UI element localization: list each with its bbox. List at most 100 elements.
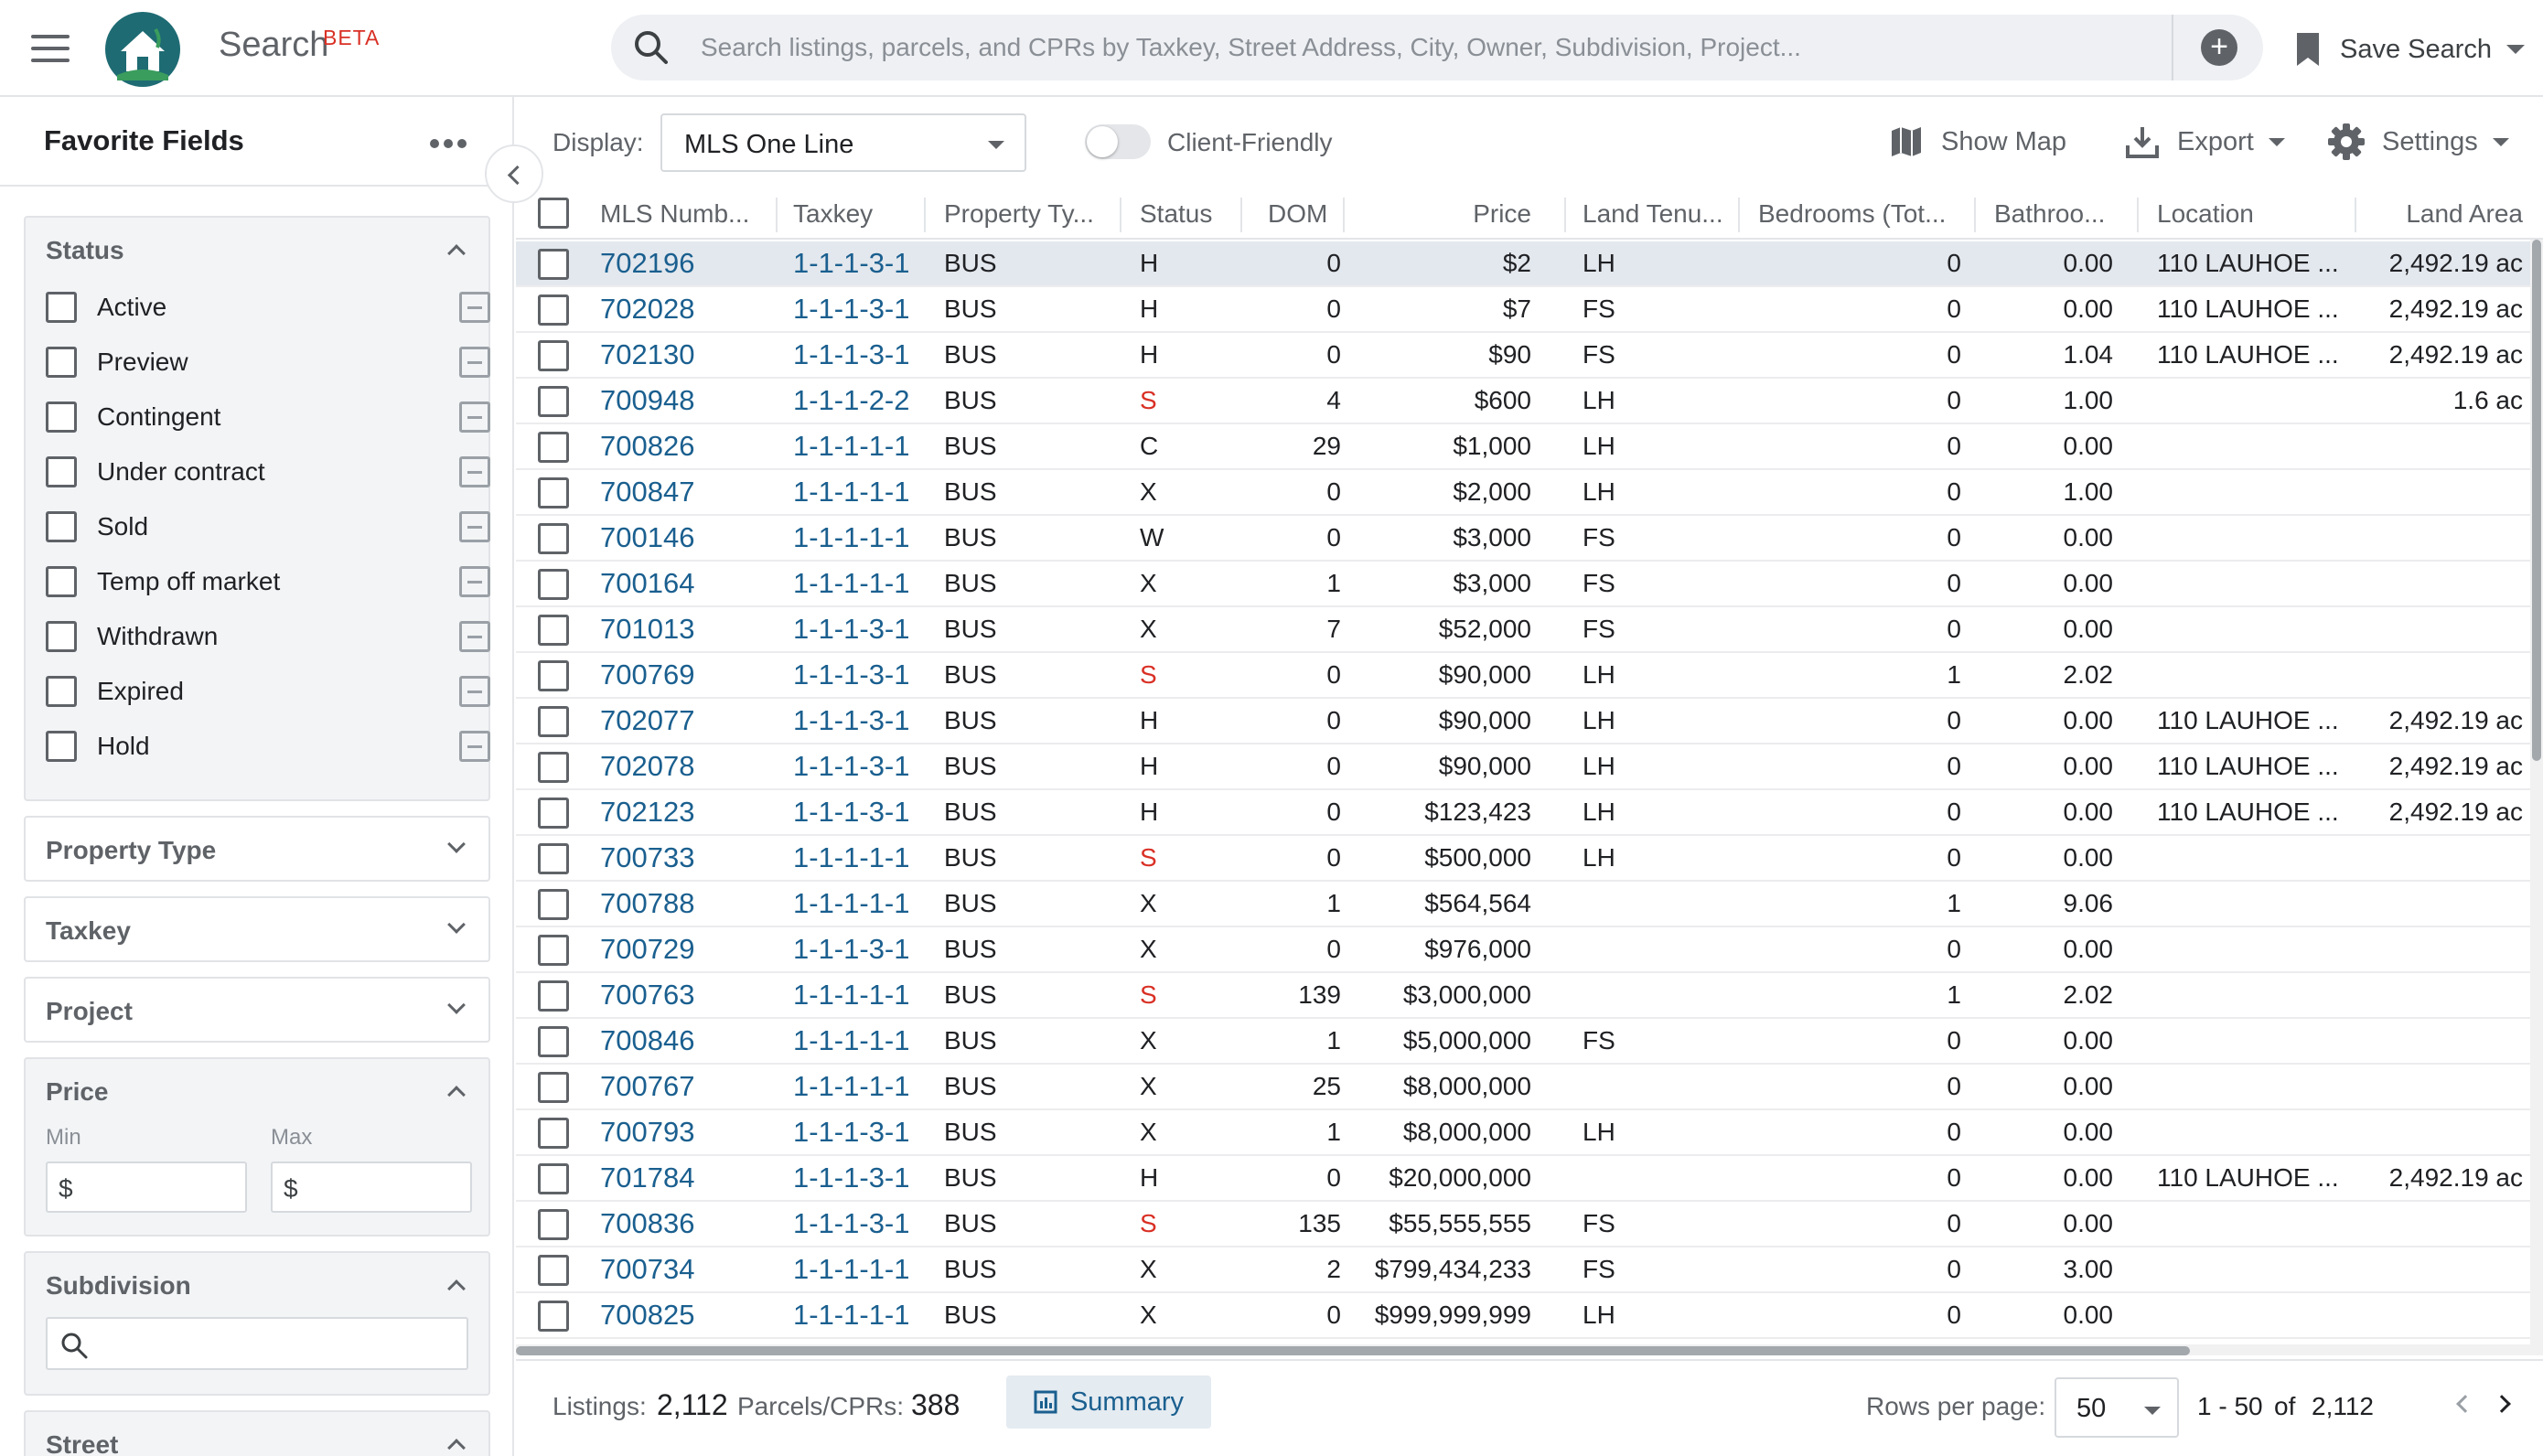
row-checkbox[interactable] [538,569,569,600]
cell-taxkey-link[interactable]: 1-1-1-3-1 [793,613,949,646]
status-option[interactable]: Hold [46,728,490,765]
cell-taxkey-link[interactable]: 1-1-1-1-1 [793,979,949,1012]
row-checkbox[interactable] [538,1072,569,1103]
status-option[interactable]: Withdrawn [46,618,490,655]
column-header[interactable]: Bedrooms (Tot... [1758,199,1946,229]
column-divider[interactable] [924,198,926,232]
status-option[interactable]: Active [46,289,490,326]
exclude-toggle-icon[interactable] [459,292,490,323]
row-checkbox[interactable] [538,523,569,554]
row-checkbox[interactable] [538,615,569,646]
table-row[interactable]: 702123 1-1-1-3-1 BUS H 0 $123,423 LH 0 0.00 110 L… [516,790,2530,836]
cell-mls-link[interactable]: 700767 [600,1070,774,1103]
cell-taxkey-link[interactable]: 1-1-1-3-1 [793,750,949,783]
column-header[interactable]: Location [2157,199,2254,229]
row-checkbox[interactable] [538,1026,569,1057]
status-checkbox[interactable] [46,456,77,487]
status-option[interactable]: Expired [46,673,490,710]
chevron-up-icon[interactable] [447,1086,466,1104]
column-header[interactable]: Status [1140,199,1212,229]
column-header[interactable]: Taxkey [793,199,873,229]
column-header[interactable]: Price [1357,199,1531,229]
table-row[interactable]: 701013 1-1-1-3-1 BUS X 7 $52,000 FS 0 0.00 [516,607,2530,653]
cell-taxkey-link[interactable]: 1-1-1-2-2 [793,384,949,417]
table-row[interactable]: 700825 1-1-1-1-1 BUS X 0 $999,999,999 LH 0 0.00 [516,1293,2530,1339]
row-checkbox[interactable] [538,980,569,1012]
cell-mls-link[interactable]: 702078 [600,750,774,783]
cell-mls-link[interactable]: 700826 [600,430,774,463]
collapse-sidebar-button[interactable] [485,145,543,203]
chevron-right-icon[interactable] [2493,1395,2511,1413]
cell-taxkey-link[interactable]: 1-1-1-3-1 [793,796,949,829]
table-row[interactable]: 700733 1-1-1-1-1 BUS S 0 $500,000 LH 0 0.00 [516,836,2530,882]
add-circle-icon[interactable]: + [2201,29,2237,66]
cell-taxkey-link[interactable]: 1-1-1-3-1 [793,1116,949,1149]
status-filter-title[interactable]: Status [46,236,124,265]
taxkey-filter-panel[interactable]: Taxkey [24,896,490,962]
price-min-input[interactable]: $ [46,1162,247,1213]
status-checkbox[interactable] [46,566,77,597]
table-row[interactable]: 700948 1-1-1-2-2 BUS S 4 $600 LH 0 1.00 1.6 ac [516,379,2530,424]
subdivision-search-input[interactable] [46,1317,468,1370]
row-checkbox[interactable] [538,935,569,966]
exclude-toggle-icon[interactable] [459,511,490,542]
cell-taxkey-link[interactable]: 1-1-1-3-1 [793,1162,949,1194]
table-row[interactable]: 702130 1-1-1-3-1 BUS H 0 $90 FS 0 1.04 110 LAUHOE… [516,333,2530,379]
export-button[interactable]: Export [2124,119,2285,165]
logo-house-icon[interactable] [104,11,181,88]
table-row[interactable]: 702196 1-1-1-3-1 BUS H 0 $2 LH 0 0.00 110 LAUHOE … [516,241,2530,287]
status-checkbox[interactable] [46,731,77,762]
display-select[interactable]: MLS One Line [660,113,1026,172]
cell-mls-link[interactable]: 700733 [600,841,774,874]
column-header[interactable]: MLS Numb... [600,199,749,229]
table-row[interactable]: 702078 1-1-1-3-1 BUS H 0 $90,000 LH 0 0.00 110 LA… [516,744,2530,790]
column-divider[interactable] [1120,198,1121,232]
cell-mls-link[interactable]: 700164 [600,567,774,600]
row-checkbox[interactable] [538,1209,569,1240]
status-checkbox[interactable] [46,292,77,323]
property-type-filter-panel[interactable]: Property Type [24,816,490,882]
row-checkbox[interactable] [538,1255,569,1286]
cell-mls-link[interactable]: 702130 [600,338,774,371]
price-max-input[interactable]: $ [271,1162,472,1213]
column-header[interactable]: Land Area [2367,199,2523,229]
cell-mls-link[interactable]: 700729 [600,933,774,966]
row-checkbox[interactable] [538,1118,569,1149]
client-friendly-toggle[interactable] [1085,124,1151,159]
status-option[interactable]: Contingent [46,399,490,435]
row-checkbox[interactable] [538,889,569,920]
row-checkbox[interactable] [538,660,569,691]
row-checkbox[interactable] [538,477,569,509]
cell-taxkey-link[interactable]: 1-1-1-1-1 [793,521,949,554]
vertical-scrollbar[interactable] [2530,240,2543,1355]
status-checkbox[interactable] [46,621,77,652]
row-checkbox[interactable] [538,386,569,417]
table-row[interactable]: 700836 1-1-1-3-1 BUS S 135 $55,555,555 FS 0 0.00 [516,1202,2530,1247]
exclude-toggle-icon[interactable] [459,676,490,707]
exclude-toggle-icon[interactable] [459,731,490,762]
table-row[interactable]: 700788 1-1-1-1-1 BUS X 1 $564,564 1 9.06 [516,882,2530,927]
row-checkbox[interactable] [538,294,569,326]
column-divider[interactable] [776,198,778,232]
column-header[interactable]: DOM [1268,199,1327,229]
table-row[interactable]: 700769 1-1-1-3-1 BUS S 0 $90,000 LH 1 2.02 [516,653,2530,699]
status-option[interactable]: Under contract [46,454,490,490]
menu-icon[interactable] [31,35,70,62]
cell-taxkey-link[interactable]: 1-1-1-3-1 [793,338,949,371]
cell-taxkey-link[interactable]: 1-1-1-1-1 [793,476,949,509]
table-row[interactable]: 700164 1-1-1-1-1 BUS X 1 $3,000 FS 0 0.00 [516,562,2530,607]
settings-button[interactable]: Settings [2327,119,2509,165]
row-checkbox[interactable] [538,752,569,783]
cell-mls-link[interactable]: 702196 [600,247,774,280]
chevron-left-icon[interactable] [2456,1395,2474,1413]
cell-taxkey-link[interactable]: 1-1-1-1-1 [793,1253,949,1286]
status-checkbox[interactable] [46,347,77,378]
horizontal-scrollbar[interactable] [516,1344,2530,1355]
status-option[interactable]: Preview [46,344,490,380]
cell-mls-link[interactable]: 701784 [600,1162,774,1194]
search-icon[interactable] [631,27,671,68]
column-header[interactable]: Land Tenu... [1583,199,1723,229]
cell-taxkey-link[interactable]: 1-1-1-1-1 [793,887,949,920]
cell-mls-link[interactable]: 700825 [600,1299,774,1332]
exclude-toggle-icon[interactable] [459,456,490,487]
